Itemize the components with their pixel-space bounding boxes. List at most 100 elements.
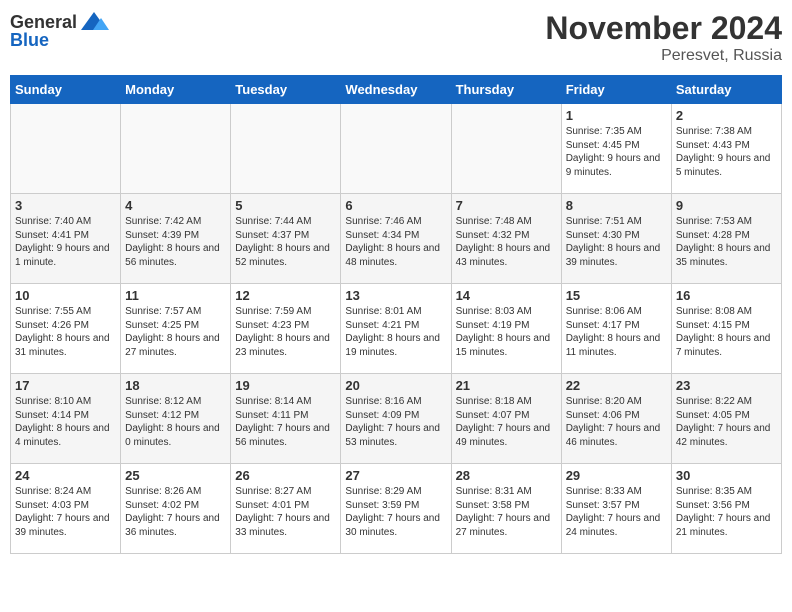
col-header-friday: Friday	[561, 76, 671, 104]
calendar-cell: 10Sunrise: 7:55 AM Sunset: 4:26 PM Dayli…	[11, 284, 121, 374]
day-number: 6	[345, 198, 446, 213]
day-number: 5	[235, 198, 336, 213]
day-number: 26	[235, 468, 336, 483]
calendar-cell: 11 Sunrise: 7:57 AM Sunset: 4:25 PM Dayli…	[121, 284, 231, 374]
col-header-saturday: Saturday	[671, 76, 781, 104]
day-info: Sunrise: 7:59 AM Sunset: 4:23 PM Dayligh…	[235, 305, 336, 359]
month-title: November 2024	[545, 10, 782, 47]
calendar-cell: 23 Sunrise: 8:22 AM Sunset: 4:05 PM Dayli…	[671, 374, 781, 464]
calendar-cell: 5 Sunrise: 7:44 AM Sunset: 4:37 PM Daylig…	[231, 194, 341, 284]
calendar-cell: 27 Sunrise: 8:29 AM Sunset: 3:59 PM Dayli…	[341, 464, 451, 554]
day-info: Sunrise: 8:35 AM Sunset: 3:56 PM Dayligh…	[676, 485, 777, 539]
calendar-cell	[231, 104, 341, 194]
day-info: Sunrise: 7:35 AM Sunset: 4:45 PM Dayligh…	[566, 125, 667, 179]
col-header-wednesday: Wednesday	[341, 76, 451, 104]
calendar-cell: 28 Sunrise: 8:31 AM Sunset: 3:58 PM Dayli…	[451, 464, 561, 554]
day-number: 20	[345, 378, 446, 393]
calendar-cell: 8Sunrise: 7:51 AM Sunset: 4:30 PM Daylig…	[561, 194, 671, 284]
day-number: 3	[15, 198, 116, 213]
day-info: Sunrise: 7:42 AM Sunset: 4:39 PM Dayligh…	[125, 215, 226, 269]
calendar-cell: 15Sunrise: 8:06 AM Sunset: 4:17 PM Dayli…	[561, 284, 671, 374]
day-info: Sunrise: 8:22 AM Sunset: 4:05 PM Dayligh…	[676, 395, 777, 449]
day-number: 9	[676, 198, 777, 213]
day-number: 17	[15, 378, 116, 393]
day-info: Sunrise: 7:46 AM Sunset: 4:34 PM Dayligh…	[345, 215, 446, 269]
day-number: 7	[456, 198, 557, 213]
col-header-tuesday: Tuesday	[231, 76, 341, 104]
calendar-cell: 26 Sunrise: 8:27 AM Sunset: 4:01 PM Dayli…	[231, 464, 341, 554]
day-number: 27	[345, 468, 446, 483]
day-info: Sunrise: 8:08 AM Sunset: 4:15 PM Dayligh…	[676, 305, 777, 359]
calendar-cell: 16 Sunrise: 8:08 AM Sunset: 4:15 PM Dayli…	[671, 284, 781, 374]
day-number: 11	[125, 288, 226, 303]
calendar-cell	[11, 104, 121, 194]
logo-blue-text: Blue	[10, 30, 49, 51]
calendar-cell: 1 Sunrise: 7:35 AM Sunset: 4:45 PM Daylig…	[561, 104, 671, 194]
day-number: 25	[125, 468, 226, 483]
day-info: Sunrise: 8:12 AM Sunset: 4:12 PM Dayligh…	[125, 395, 226, 449]
day-number: 19	[235, 378, 336, 393]
col-header-thursday: Thursday	[451, 76, 561, 104]
calendar-table: SundayMondayTuesdayWednesdayThursdayFrid…	[10, 75, 782, 554]
day-info: Sunrise: 8:29 AM Sunset: 3:59 PM Dayligh…	[345, 485, 446, 539]
day-number: 30	[676, 468, 777, 483]
calendar-cell: 3 Sunrise: 7:40 AM Sunset: 4:41 PM Daylig…	[11, 194, 121, 284]
calendar-cell	[451, 104, 561, 194]
day-number: 13	[345, 288, 446, 303]
day-info: Sunrise: 8:01 AM Sunset: 4:21 PM Dayligh…	[345, 305, 446, 359]
day-number: 14	[456, 288, 557, 303]
day-info: Sunrise: 8:27 AM Sunset: 4:01 PM Dayligh…	[235, 485, 336, 539]
calendar-cell	[121, 104, 231, 194]
day-info: Sunrise: 8:20 AM Sunset: 4:06 PM Dayligh…	[566, 395, 667, 449]
calendar-cell: 17 Sunrise: 8:10 AM Sunset: 4:14 PM Dayli…	[11, 374, 121, 464]
day-number: 12	[235, 288, 336, 303]
day-info: Sunrise: 7:38 AM Sunset: 4:43 PM Dayligh…	[676, 125, 777, 179]
location: Peresvet, Russia	[545, 47, 782, 65]
calendar-cell: 12 Sunrise: 7:59 AM Sunset: 4:23 PM Dayli…	[231, 284, 341, 374]
day-info: Sunrise: 8:06 AM Sunset: 4:17 PM Dayligh…	[566, 305, 667, 359]
calendar-cell: 29Sunrise: 8:33 AM Sunset: 3:57 PM Dayli…	[561, 464, 671, 554]
day-info: Sunrise: 8:10 AM Sunset: 4:14 PM Dayligh…	[15, 395, 116, 449]
day-info: Sunrise: 8:31 AM Sunset: 3:58 PM Dayligh…	[456, 485, 557, 539]
day-number: 22	[566, 378, 667, 393]
day-number: 4	[125, 198, 226, 213]
day-info: Sunrise: 8:03 AM Sunset: 4:19 PM Dayligh…	[456, 305, 557, 359]
calendar-cell: 19 Sunrise: 8:14 AM Sunset: 4:11 PM Dayli…	[231, 374, 341, 464]
day-info: Sunrise: 7:53 AM Sunset: 4:28 PM Dayligh…	[676, 215, 777, 269]
col-header-monday: Monday	[121, 76, 231, 104]
day-number: 18	[125, 378, 226, 393]
day-number: 28	[456, 468, 557, 483]
day-info: Sunrise: 8:14 AM Sunset: 4:11 PM Dayligh…	[235, 395, 336, 449]
day-number: 1	[566, 108, 667, 123]
day-number: 24	[15, 468, 116, 483]
day-number: 23	[676, 378, 777, 393]
day-info: Sunrise: 7:48 AM Sunset: 4:32 PM Dayligh…	[456, 215, 557, 269]
day-info: Sunrise: 7:40 AM Sunset: 4:41 PM Dayligh…	[15, 215, 116, 269]
day-info: Sunrise: 8:26 AM Sunset: 4:02 PM Dayligh…	[125, 485, 226, 539]
calendar-cell: 22 Sunrise: 8:20 AM Sunset: 4:06 PM Dayli…	[561, 374, 671, 464]
logo: General Blue	[10, 10, 109, 51]
title-section: November 2024 Peresvet, Russia	[545, 10, 782, 65]
col-header-sunday: Sunday	[11, 76, 121, 104]
day-number: 8	[566, 198, 667, 213]
day-info: Sunrise: 7:57 AM Sunset: 4:25 PM Dayligh…	[125, 305, 226, 359]
calendar-cell: 18 Sunrise: 8:12 AM Sunset: 4:12 PM Dayli…	[121, 374, 231, 464]
calendar-cell: 4 Sunrise: 7:42 AM Sunset: 4:39 PM Daylig…	[121, 194, 231, 284]
calendar-cell	[341, 104, 451, 194]
calendar-cell: 25 Sunrise: 8:26 AM Sunset: 4:02 PM Dayli…	[121, 464, 231, 554]
logo-icon	[79, 10, 109, 34]
day-info: Sunrise: 8:18 AM Sunset: 4:07 PM Dayligh…	[456, 395, 557, 449]
day-number: 2	[676, 108, 777, 123]
day-number: 21	[456, 378, 557, 393]
day-info: Sunrise: 7:44 AM Sunset: 4:37 PM Dayligh…	[235, 215, 336, 269]
calendar-cell: 14 Sunrise: 8:03 AM Sunset: 4:19 PM Dayli…	[451, 284, 561, 374]
calendar-cell: 7 Sunrise: 7:48 AM Sunset: 4:32 PM Daylig…	[451, 194, 561, 284]
day-info: Sunrise: 8:24 AM Sunset: 4:03 PM Dayligh…	[15, 485, 116, 539]
day-info: Sunrise: 7:55 AM Sunset: 4:26 PM Dayligh…	[15, 305, 116, 359]
day-number: 16	[676, 288, 777, 303]
day-info: Sunrise: 8:33 AM Sunset: 3:57 PM Dayligh…	[566, 485, 667, 539]
calendar-cell: 9 Sunrise: 7:53 AM Sunset: 4:28 PM Daylig…	[671, 194, 781, 284]
calendar-cell: 30 Sunrise: 8:35 AM Sunset: 3:56 PM Dayli…	[671, 464, 781, 554]
calendar-cell: 21 Sunrise: 8:18 AM Sunset: 4:07 PM Dayli…	[451, 374, 561, 464]
day-info: Sunrise: 8:16 AM Sunset: 4:09 PM Dayligh…	[345, 395, 446, 449]
